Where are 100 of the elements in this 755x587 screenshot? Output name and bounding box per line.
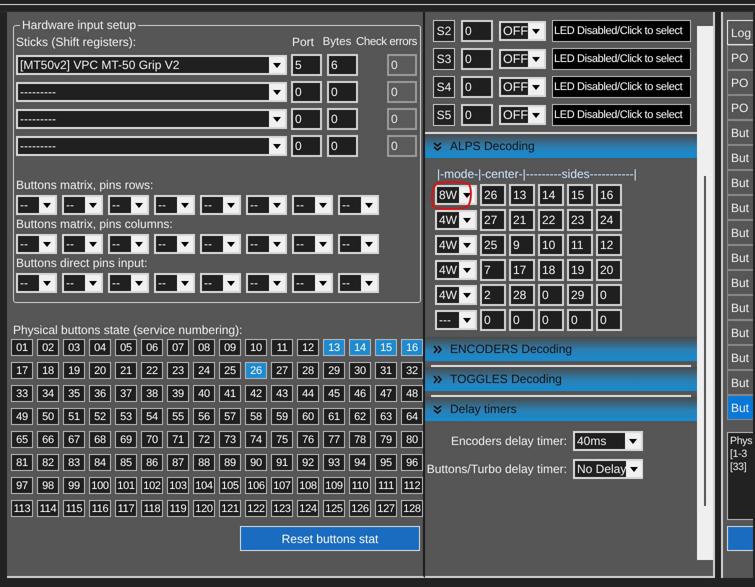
dropdown[interactable]: -- [292, 195, 333, 215]
dropdown[interactable]: --------- [16, 136, 287, 156]
number-field[interactable]: 28 [509, 284, 535, 306]
list-item[interactable]: But [727, 320, 753, 345]
dropdown[interactable]: --------- [16, 108, 287, 128]
section-header[interactable]: ALPS Decoding [425, 134, 697, 158]
action-button[interactable] [727, 526, 753, 551]
dropdown[interactable]: -- [62, 195, 103, 215]
bytes-field[interactable]: 0 [327, 108, 358, 130]
number-field[interactable]: 7 [480, 259, 506, 281]
list-item[interactable]: PO [727, 70, 753, 95]
dropdown[interactable]: -- [108, 195, 149, 215]
number-field[interactable]: 15 [567, 184, 593, 206]
list-item[interactable]: But [727, 120, 753, 145]
list-item[interactable]: Log [727, 20, 753, 45]
number-field[interactable]: 0 [509, 309, 535, 331]
number-field[interactable]: 0 [461, 48, 493, 70]
number-field[interactable]: 11 [567, 234, 593, 256]
dropdown[interactable]: -- [292, 234, 333, 254]
number-field[interactable]: 23 [567, 209, 593, 231]
list-item[interactable]: But [727, 270, 753, 295]
number-field[interactable]: 16 [596, 184, 622, 206]
number-field[interactable]: 0 [461, 104, 493, 126]
number-field[interactable]: 0 [538, 309, 564, 331]
dropdown[interactable]: OFF [499, 21, 546, 41]
number-field[interactable]: 13 [509, 184, 535, 206]
dropdown[interactable]: -- [16, 234, 57, 254]
dropdown[interactable]: 40ms [573, 431, 643, 451]
dropdown[interactable]: -- [62, 234, 103, 254]
dropdown[interactable]: -- [200, 195, 241, 215]
number-field[interactable]: 27 [480, 209, 506, 231]
list-item[interactable]: But [727, 145, 753, 170]
list-item[interactable]: But [727, 195, 753, 220]
section-header[interactable]: ENCODERS Decoding [425, 337, 697, 361]
bytes-field[interactable]: 0 [327, 134, 358, 156]
dropdown[interactable]: 4W [435, 235, 477, 255]
number-field[interactable]: 9 [509, 234, 535, 256]
dropdown[interactable]: 4W [435, 210, 477, 230]
dropdown[interactable]: -- [292, 273, 333, 293]
led-select-field[interactable]: LED Disabled/Click to select [552, 76, 691, 98]
dropdown[interactable]: -- [62, 273, 103, 293]
list-item[interactable]: PO [727, 95, 753, 120]
port-field[interactable]: 5 [291, 54, 322, 76]
number-field[interactable]: 29 [567, 284, 593, 306]
dropdown[interactable]: -- [154, 273, 195, 293]
led-select-field[interactable]: LED Disabled/Click to select [552, 48, 691, 70]
number-field[interactable]: 17 [509, 259, 535, 281]
dropdown[interactable]: [MT50v2] VPC MT-50 Grip V2 [16, 54, 287, 74]
number-field[interactable]: 0 [567, 309, 593, 331]
list-item[interactable]: But [727, 295, 753, 320]
number-field[interactable]: 10 [538, 234, 564, 256]
bytes-field[interactable]: 6 [327, 54, 358, 76]
dropdown[interactable]: OFF [499, 105, 546, 125]
number-field[interactable]: 24 [596, 209, 622, 231]
number-field[interactable]: 0 [461, 20, 493, 42]
dropdown[interactable]: -- [338, 273, 379, 293]
dropdown[interactable]: No Delay [573, 459, 643, 479]
dropdown[interactable]: -- [246, 195, 287, 215]
port-field[interactable]: 0 [291, 80, 322, 102]
number-field[interactable]: 14 [538, 184, 564, 206]
dropdown[interactable]: --- [435, 310, 477, 330]
number-field[interactable]: 0 [538, 284, 564, 306]
led-select-field[interactable]: LED Disabled/Click to select [552, 104, 691, 126]
dropdown[interactable]: -- [108, 234, 149, 254]
dropdown[interactable]: -- [200, 273, 241, 293]
number-field[interactable]: 22 [538, 209, 564, 231]
port-field[interactable]: 0 [291, 108, 322, 130]
dropdown[interactable]: -- [16, 273, 57, 293]
dropdown[interactable]: -- [154, 234, 195, 254]
number-field[interactable]: 19 [567, 259, 593, 281]
number-field[interactable]: 25 [480, 234, 506, 256]
dropdown[interactable]: -- [200, 234, 241, 254]
list-item[interactable]: PO [727, 45, 753, 70]
number-field[interactable]: 2 [480, 284, 506, 306]
dropdown[interactable]: 8W [435, 185, 477, 205]
dropdown[interactable]: 4W [435, 285, 477, 305]
dropdown[interactable]: -- [338, 195, 379, 215]
led-select-field[interactable]: LED Disabled/Click to select [552, 20, 691, 42]
port-field[interactable]: 0 [291, 134, 322, 156]
number-field[interactable]: 0 [461, 76, 493, 98]
number-field[interactable]: 20 [596, 259, 622, 281]
number-field[interactable]: 0 [596, 309, 622, 331]
list-item[interactable]: But [727, 245, 753, 270]
scrollbar[interactable] [697, 26, 713, 560]
dropdown[interactable]: -- [246, 234, 287, 254]
bytes-field[interactable]: 0 [327, 80, 358, 102]
dropdown[interactable]: -- [154, 195, 195, 215]
reset-button[interactable]: Reset buttons stat [240, 526, 420, 551]
number-field[interactable]: 12 [596, 234, 622, 256]
number-field[interactable]: 26 [480, 184, 506, 206]
list-item[interactable]: But [727, 170, 753, 195]
dropdown[interactable]: --------- [16, 82, 287, 102]
number-field[interactable]: 18 [538, 259, 564, 281]
dropdown[interactable]: OFF [499, 77, 546, 97]
dropdown[interactable]: -- [16, 195, 57, 215]
list-item[interactable]: But [727, 345, 753, 370]
dropdown[interactable]: OFF [499, 49, 546, 69]
list-item[interactable]: But [727, 370, 753, 395]
number-field[interactable]: 0 [596, 284, 622, 306]
dropdown[interactable]: 4W [435, 260, 477, 280]
